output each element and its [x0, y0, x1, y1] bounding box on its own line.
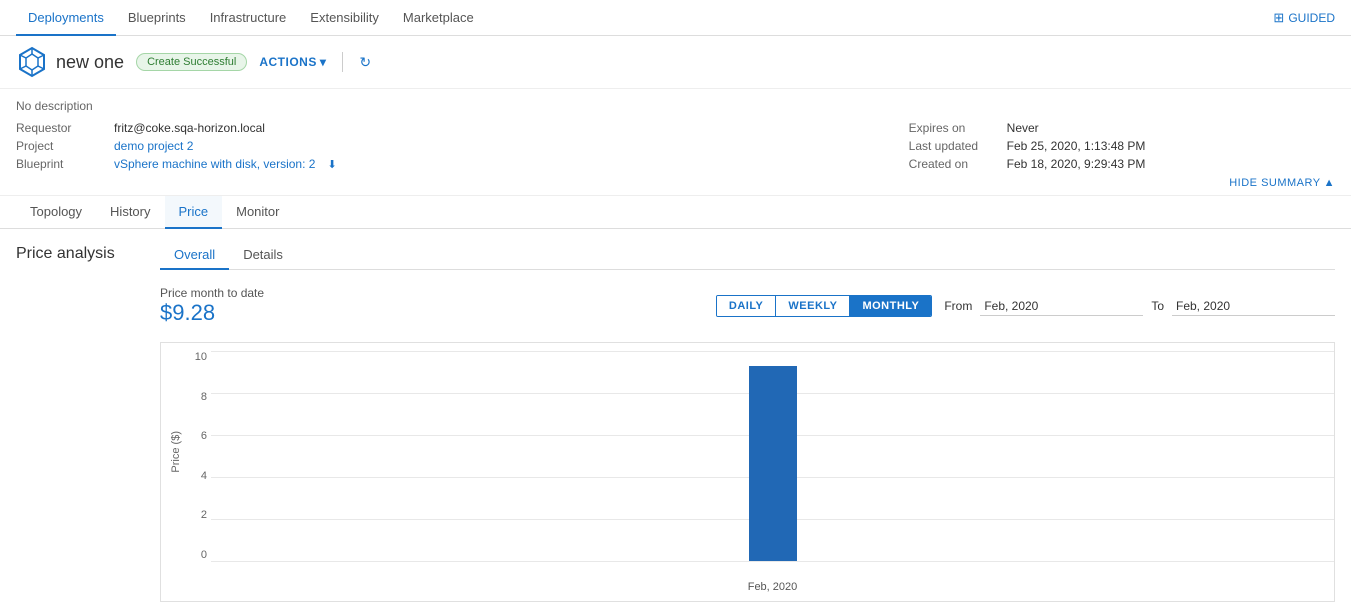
guided-icon: ⊞ — [1273, 10, 1284, 26]
tab-history[interactable]: History — [96, 196, 164, 229]
chevron-down-icon: ▾ — [320, 55, 327, 69]
logo: new one — [16, 46, 124, 78]
monthly-button[interactable]: MONTHLY — [850, 296, 931, 316]
refresh-button[interactable]: ↻ — [359, 54, 371, 71]
to-date-input[interactable] — [1172, 297, 1335, 316]
logo-text: new one — [56, 52, 124, 73]
hide-summary-button[interactable]: HIDE SUMMARY ▲ — [16, 177, 1335, 189]
tab-blueprints[interactable]: Blueprints — [116, 0, 198, 36]
divider — [342, 52, 343, 72]
price-month-label: Price month to date — [160, 286, 264, 300]
tab-topology[interactable]: Topology — [16, 196, 96, 229]
blueprint-link[interactable]: vSphere machine with disk, version: 2 — [114, 157, 315, 171]
tab-deployments[interactable]: Deployments — [16, 0, 116, 36]
status-badge: Create Successful — [136, 53, 247, 71]
price-chart: Price ($) 10 8 6 4 2 0 — [160, 342, 1335, 602]
created-value: Feb 18, 2020, 9:29:43 PM — [1007, 157, 1146, 171]
from-date-input[interactable] — [980, 297, 1143, 316]
y-tick-2: 2 — [201, 509, 207, 521]
tab-infrastructure[interactable]: Infrastructure — [198, 0, 299, 36]
y-tick-4: 4 — [201, 470, 207, 482]
requestor-label: Requestor — [16, 121, 106, 135]
project-label: Project — [16, 139, 106, 153]
price-amount: $9.28 — [160, 300, 264, 326]
y-tick-10: 10 — [195, 351, 207, 363]
daily-button[interactable]: DAILY — [717, 296, 777, 316]
blueprint-label: Blueprint — [16, 157, 106, 171]
subtab-details[interactable]: Details — [229, 241, 297, 270]
last-updated-value: Feb 25, 2020, 1:13:48 PM — [1007, 139, 1146, 153]
tab-marketplace[interactable]: Marketplace — [391, 0, 486, 36]
expires-label: Expires on — [909, 121, 999, 135]
from-label: From — [944, 299, 972, 313]
y-tick-8: 8 — [201, 391, 207, 403]
download-icon: ⬇ — [327, 158, 336, 171]
actions-button[interactable]: ACTIONS ▾ — [259, 55, 326, 69]
guided-button[interactable]: ⊞ GUIDED — [1273, 10, 1335, 26]
period-buttons: DAILY WEEKLY MONTHLY — [716, 295, 932, 317]
logo-icon — [16, 46, 48, 78]
project-link[interactable]: demo project 2 — [114, 139, 193, 153]
y-tick-6: 6 — [201, 430, 207, 442]
no-description: No description — [16, 99, 1335, 113]
price-analysis-title: Price analysis — [16, 241, 136, 263]
last-updated-label: Last updated — [909, 139, 999, 153]
weekly-button[interactable]: WEEKLY — [776, 296, 850, 316]
created-label: Created on — [909, 157, 999, 171]
subtab-overall[interactable]: Overall — [160, 241, 229, 270]
to-label: To — [1151, 299, 1164, 313]
chevron-up-icon: ▲ — [1324, 177, 1335, 189]
y-axis-label: Price ($) — [170, 431, 182, 473]
requestor-value: fritz@coke.sqa-horizon.local — [114, 121, 265, 135]
bar-feb2020 — [749, 366, 797, 561]
tab-price[interactable]: Price — [165, 196, 223, 229]
tab-monitor[interactable]: Monitor — [222, 196, 293, 229]
y-tick-0: 0 — [201, 549, 207, 561]
x-label-feb2020: Feb, 2020 — [748, 581, 798, 593]
expires-value: Never — [1007, 121, 1039, 135]
tab-extensibility[interactable]: Extensibility — [298, 0, 391, 36]
